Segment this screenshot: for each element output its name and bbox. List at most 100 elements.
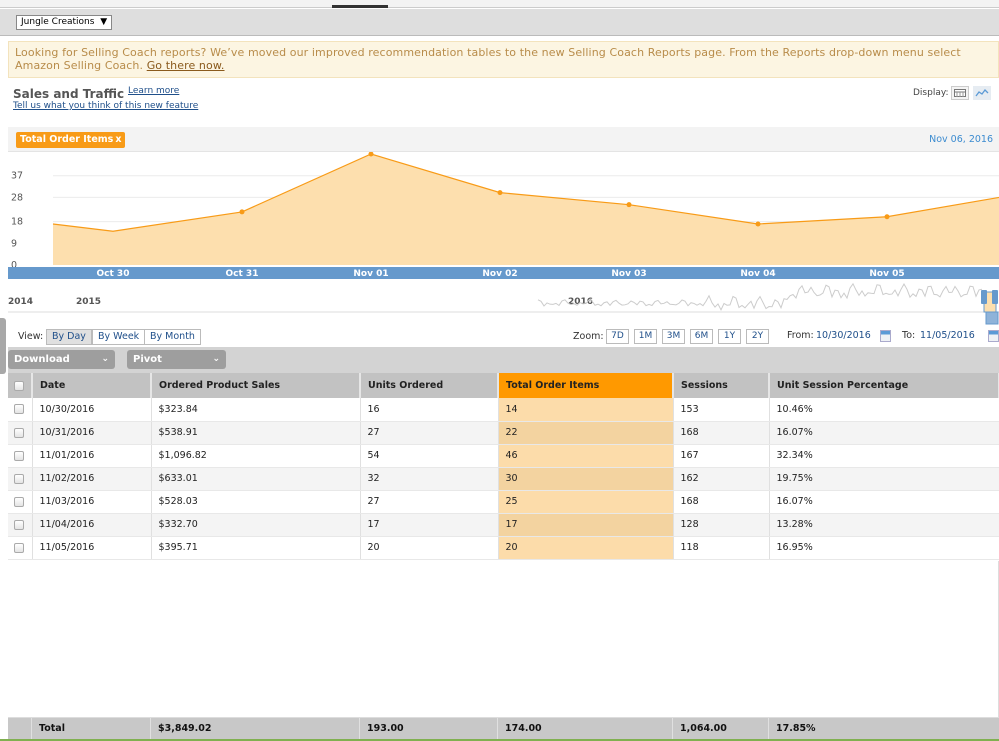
row-checkbox[interactable] — [14, 427, 24, 438]
cell-sessions: 168 — [673, 421, 770, 445]
calendar-icon[interactable] — [988, 330, 999, 342]
navigator-left-handle[interactable] — [981, 290, 987, 304]
cell-ordered-product-sales: $323.84 — [151, 398, 361, 422]
row-checkbox[interactable] — [14, 404, 24, 415]
data-point[interactable] — [626, 202, 632, 208]
select-all-checkbox[interactable] — [14, 380, 24, 391]
row-checkbox[interactable] — [14, 450, 24, 461]
cell-sessions: 128 — [673, 513, 770, 537]
chart-panel: Total Order Items x Nov 06, 2016 0 9 18 28 37… — [8, 127, 999, 327]
zoom-1m-button[interactable]: 1M — [634, 329, 657, 344]
go-there-now-link[interactable]: Go there now. — [147, 59, 225, 72]
line-chart-icon — [975, 89, 989, 97]
cell-date: 10/31/2016 — [32, 421, 152, 445]
table-row[interactable]: 10/30/2016 $323.84 16 14 153 10.46% — [8, 398, 999, 422]
view-by-month-button[interactable]: By Month — [144, 329, 201, 345]
table-row[interactable]: 11/01/2016 $1,096.82 54 46 167 32.34% — [8, 444, 999, 468]
order-items-chart[interactable]: 09182837Oct 30 Oct 31 Nov 01 Nov 02 Nov 03 No… — [8, 152, 999, 327]
to-date-input[interactable]: 11/05/2016 — [920, 330, 975, 341]
cell-units-ordered: 16 — [360, 398, 499, 422]
column-header-unit-session-percentage[interactable]: Unit Session Percentage — [769, 373, 999, 398]
column-header-units-ordered[interactable]: Units Ordered — [360, 373, 499, 398]
zoom-6m-button[interactable]: 6M — [690, 329, 713, 344]
row-select-cell — [8, 467, 33, 491]
total-order-items: 174.00 — [498, 718, 673, 740]
x-tick-label: Oct 31 — [226, 269, 259, 279]
cell-units-ordered: 54 — [360, 444, 499, 468]
cell-total-order-items: 14 — [498, 398, 674, 422]
row-checkbox[interactable] — [14, 542, 24, 553]
metric-chip-total-order-items[interactable]: Total Order Items x — [16, 132, 126, 148]
total-ordered-product-sales: $3,849.02 — [151, 718, 360, 740]
calendar-icon[interactable] — [880, 330, 891, 342]
feedback-link[interactable]: Tell us what you think of this new featu… — [13, 101, 198, 111]
row-checkbox[interactable] — [14, 473, 24, 484]
zoom-1y-button[interactable]: 1Y — [718, 329, 741, 344]
table-toolbar: Download ⌄ Pivot ⌄ — [8, 347, 999, 373]
cell-total-order-items: 25 — [498, 490, 674, 514]
from-date-input[interactable]: 10/30/2016 — [816, 330, 871, 341]
close-icon[interactable]: x — [115, 134, 121, 145]
y-tick-label: 18 — [11, 217, 23, 228]
column-header-total-order-items[interactable]: Total Order Items — [498, 373, 674, 398]
cell-date: 11/01/2016 — [32, 444, 152, 468]
table-row[interactable]: 11/03/2016 $528.03 27 25 168 16.07% — [8, 490, 999, 514]
total-unit-session-percentage: 17.85% — [776, 723, 816, 734]
sales-traffic-table: Date Ordered Product Sales Units Ordered… — [8, 373, 999, 560]
column-header-sessions[interactable]: Sessions — [673, 373, 770, 398]
row-checkbox[interactable] — [14, 519, 24, 530]
cell-ordered-product-sales: $528.03 — [151, 490, 361, 514]
chart-date-label: Nov 06, 2016 — [929, 134, 993, 145]
cell-units-ordered: 20 — [360, 536, 499, 560]
zoom-label: Zoom: — [573, 331, 604, 342]
chevron-down-icon: ⌄ — [101, 354, 109, 364]
account-selector[interactable]: Jungle Creations ▼ — [16, 15, 113, 30]
cell-units-ordered: 17 — [360, 513, 499, 537]
display-chart-button[interactable] — [973, 86, 991, 100]
pivot-dropdown[interactable]: Pivot ⌄ — [127, 350, 226, 369]
table-row[interactable]: 11/02/2016 $633.01 32 30 162 19.75% — [8, 467, 999, 491]
chart-header: Total Order Items x Nov 06, 2016 — [8, 127, 999, 152]
cell-sessions: 168 — [673, 490, 770, 514]
cell-ordered-product-sales: $395.71 — [151, 536, 361, 560]
column-header-date[interactable]: Date — [32, 373, 152, 398]
data-point[interactable] — [755, 221, 761, 227]
navigator-right-handle[interactable] — [992, 290, 998, 304]
download-dropdown[interactable]: Download ⌄ — [8, 350, 115, 369]
series-area — [53, 154, 999, 265]
metric-chip-label: Total Order Items — [20, 134, 114, 145]
zoom-3m-button[interactable]: 3M — [662, 329, 685, 344]
cell-units-ordered: 27 — [360, 490, 499, 514]
x-tick-label: Nov 03 — [611, 269, 646, 279]
navigator-scrollbar-thumb[interactable] — [985, 311, 999, 325]
cell-date: 11/04/2016 — [32, 513, 152, 537]
table-row[interactable]: 11/04/2016 $332.70 17 17 128 13.28% — [8, 513, 999, 537]
cell-date: 10/30/2016 — [32, 398, 152, 422]
display-table-button[interactable] — [951, 86, 969, 100]
total-units-ordered: 193.00 — [360, 718, 498, 740]
table-row[interactable]: 11/05/2016 $395.71 20 20 118 16.95% — [8, 536, 999, 560]
cell-ordered-product-sales: $332.70 — [151, 513, 361, 537]
row-select-cell — [8, 513, 33, 537]
top-navigation-bar — [0, 0, 999, 8]
view-by-week-button[interactable]: By Week — [92, 329, 146, 345]
cell-ordered-product-sales: $1,096.82 — [151, 444, 361, 468]
data-point[interactable] — [497, 190, 503, 196]
row-checkbox[interactable] — [14, 496, 24, 507]
data-point[interactable] — [239, 209, 245, 215]
column-header-ordered-product-sales[interactable]: Ordered Product Sales — [151, 373, 361, 398]
cell-date: 11/05/2016 — [32, 536, 152, 560]
cell-ordered-product-sales: $633.01 — [151, 467, 361, 491]
data-point[interactable] — [884, 214, 890, 220]
reports-side-tab[interactable] — [0, 318, 6, 374]
row-select-cell — [8, 536, 33, 560]
row-select-cell — [8, 421, 33, 445]
table-row[interactable]: 10/31/2016 $538.91 27 22 168 16.07% — [8, 421, 999, 445]
cell-unit-session-percentage: 19.75% — [769, 467, 999, 491]
y-tick-label: 9 — [11, 238, 17, 249]
view-by-day-button[interactable]: By Day — [46, 329, 92, 345]
learn-more-link[interactable]: Learn more — [128, 86, 179, 96]
zoom-7d-button[interactable]: 7D — [606, 329, 629, 344]
y-tick-label: 28 — [11, 192, 23, 203]
zoom-2y-button[interactable]: 2Y — [746, 329, 769, 344]
